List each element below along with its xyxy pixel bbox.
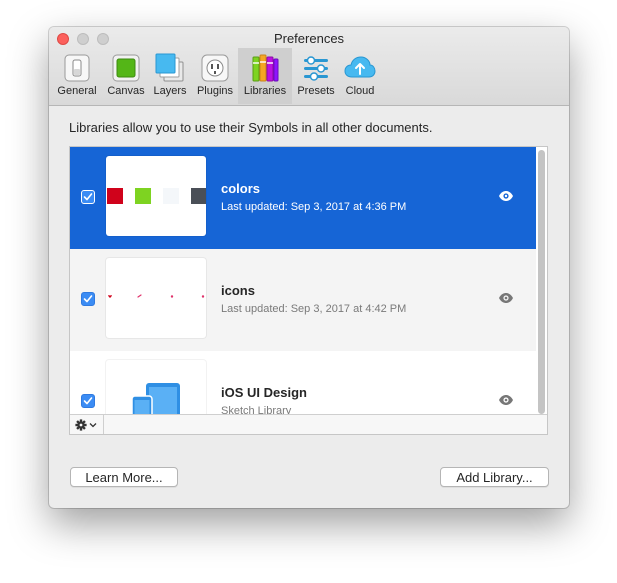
layers-icon [152,51,188,85]
switch-icon [59,51,95,85]
tab-presets[interactable]: Presets [293,48,339,104]
checkmark-icon [83,295,93,303]
tab-cloud[interactable]: Cloud [339,48,381,104]
preferences-window: Preferences General Canvas Layers Plugin… [49,27,569,508]
tab-layers-label: Layers [153,85,187,97]
eye-icon[interactable] [498,190,514,202]
library-name: iOS UI Design [221,385,307,400]
libraries-list[interactable]: colors Last updated: Sep 3, 2017 at 4:36… [69,146,548,435]
add-library-button[interactable]: Add Library... [440,467,549,487]
cloud-upload-icon [342,51,378,85]
action-menu-button[interactable] [70,415,104,434]
list-footer [70,414,547,434]
eye-icon[interactable] [498,394,514,406]
tab-libraries[interactable]: Libraries [238,48,292,104]
libraries-description: Libraries allow you to use their Symbols… [69,120,433,135]
tab-general[interactable]: General [53,48,101,104]
library-subtitle: Last updated: Sep 3, 2017 at 4:36 PM [221,201,407,213]
library-thumbnail-colors [106,156,207,236]
tab-cloud-label: Cloud [345,85,375,97]
library-checkbox-icons[interactable] [81,292,95,306]
plug-icon [197,51,233,85]
preferences-toolbar: General Canvas Layers Plugins Libraries … [49,48,569,104]
checkmark-icon [83,397,93,405]
tab-plugins-label: Plugins [196,85,234,97]
eye-icon[interactable] [498,292,514,304]
library-subtitle: Last updated: Sep 3, 2017 at 4:42 PM [221,303,407,315]
color-swatch [135,188,151,204]
tab-libraries-label: Libraries [243,85,287,97]
list-scrollbar[interactable] [538,150,545,414]
books-icon [247,51,283,85]
library-name: colors [221,181,261,196]
tab-general-label: General [57,85,97,97]
icons-preview [108,294,205,298]
library-thumbnail-icons [106,258,206,338]
titlebar: Preferences General Canvas Layers Plugin… [49,27,569,106]
library-name: icons [221,283,255,298]
tab-canvas-label: Canvas [107,85,145,97]
library-checkbox-ios-ui-design[interactable] [81,394,95,408]
tab-plugins[interactable]: Plugins [192,48,238,104]
learn-more-button[interactable]: Learn More... [70,467,178,487]
canvas-icon [108,51,144,85]
tab-canvas[interactable]: Canvas [104,48,148,104]
window-title: Preferences [273,31,345,46]
tab-layers[interactable]: Layers [149,48,191,104]
library-row-colors[interactable]: colors Last updated: Sep 3, 2017 at 4:36… [70,147,536,249]
tab-presets-label: Presets [297,85,335,97]
sliders-icon [298,51,334,85]
checkmark-icon [83,193,93,201]
color-swatches [107,188,207,204]
gear-icon [74,418,96,431]
color-swatch [107,188,123,204]
color-swatch [191,188,207,204]
chevron-down-icon [89,422,96,427]
color-swatch [163,188,179,204]
library-row-icons[interactable]: icons Last updated: Sep 3, 2017 at 4:42 … [70,249,536,351]
libraries-pane: Libraries allow you to use their Symbols… [49,106,569,508]
library-checkbox-colors[interactable] [81,190,95,204]
